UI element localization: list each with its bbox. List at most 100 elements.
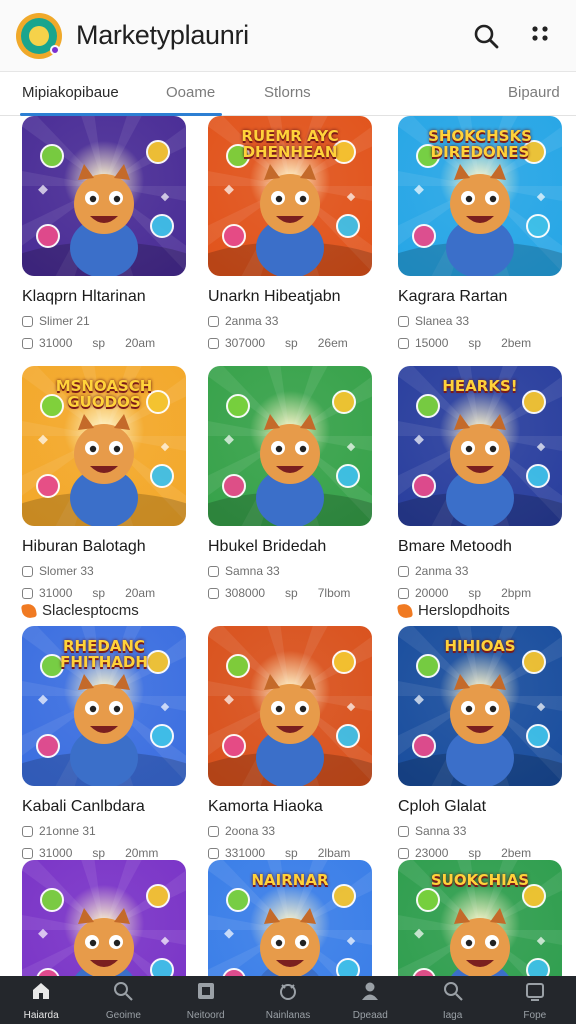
tab-1[interactable]: Ooame (166, 84, 215, 101)
home-icon (30, 980, 52, 1007)
game-card[interactable]: HEARKS! Bmare Metoodh 2anma 33 20000 sp 2bpm (398, 366, 562, 600)
game-title: Bmare Metoodh (398, 538, 512, 555)
section-header: Slaclesptocms (20, 602, 139, 619)
game-card[interactable]: SUOKCHIAS (398, 860, 562, 976)
game-meta-line1: Slomer 33 (39, 564, 94, 578)
thumbnail-title-art: RHEDANC FHITHADH (60, 637, 148, 671)
game-plays: 31000 (39, 336, 73, 350)
game-thumbnail[interactable]: HEARKS! (398, 366, 562, 526)
game-title: Kagrara Rartan (398, 288, 508, 305)
more-vert-icon[interactable] (520, 16, 560, 56)
tab-2[interactable]: Stlorns (264, 84, 311, 101)
game-stats: 20000 sp 2bpm (398, 586, 562, 600)
game-grid: Klaqprn Hltarinan Slimer 21 31000 sp 20am RUE… (0, 116, 576, 976)
game-card[interactable]: SHOKCHSKS DIREDONES Kagrara Rartan Slanea … (398, 116, 562, 350)
game-subtitle: Sanna 33 (398, 824, 562, 838)
game-title: Hiburan Balotagh (22, 538, 146, 555)
game-plays: 23000 (415, 846, 449, 860)
game-title: Kabali Canlbdara (22, 798, 145, 815)
game-thumbnail[interactable] (208, 366, 372, 526)
profile-icon (359, 980, 381, 1007)
nav-item-2[interactable]: Neitoord (165, 976, 247, 1024)
game-tag: sp (92, 846, 106, 860)
nav-item-6[interactable]: Fope (494, 976, 576, 1024)
players-icon (208, 337, 219, 349)
app-title: Marketyplaunri (76, 20, 249, 50)
app-logo[interactable] (16, 12, 62, 59)
players-icon (208, 587, 219, 599)
game-tag: sp (468, 846, 482, 860)
game-card[interactable] (22, 860, 186, 976)
game-subtitle: Samna 33 (208, 564, 372, 578)
nav-item-5[interactable]: Iaga (411, 976, 493, 1024)
game-time: 2bem (501, 336, 532, 350)
game-tag: sp (92, 336, 106, 350)
thumbnail-title-art: HIHIOAS (444, 637, 516, 655)
thumbnail-title-art: HEARKS! (442, 377, 518, 395)
nav-item-1[interactable]: Geoime (82, 976, 164, 1024)
game-thumbnail[interactable] (208, 626, 372, 786)
game-title: Cploh Glalat (398, 798, 487, 815)
game-thumbnail[interactable]: SHOKCHSKS DIREDONES (398, 116, 562, 276)
nav-label: Iaga (442, 1009, 463, 1021)
game-time: 26em (317, 336, 348, 350)
game-meta-line1: 21onne 31 (39, 824, 96, 838)
game-card[interactable]: RHEDANC FHITHADH Kabali Canlbdara 21onne 3… (22, 626, 186, 860)
tag-icon (398, 315, 409, 327)
game-subtitle: Slimer 21 (22, 314, 186, 328)
tab-0[interactable]: Mipiakopibaue (22, 84, 119, 101)
tag-icon (208, 825, 219, 837)
game-thumbnail[interactable]: SUOKCHIAS (398, 860, 562, 976)
nav-item-3[interactable]: Nainlanas (247, 976, 329, 1024)
tab-3[interactable]: Bipaurd (508, 84, 560, 101)
game-subtitle: Slomer 33 (22, 564, 186, 578)
search-icon (112, 980, 134, 1007)
game-meta-line1: Samna 33 (225, 564, 280, 578)
tag-icon (22, 825, 33, 837)
search-icon[interactable] (466, 16, 506, 56)
game-stats: 31000 sp 20mm (22, 846, 186, 860)
section-label: Slaclesptocms (42, 602, 139, 619)
game-card[interactable]: RUEMR AYC DHENHEAN Unarkn Hibeatjabn 2anma… (208, 116, 372, 350)
game-card[interactable]: Klaqprn Hltarinan Slimer 21 31000 sp 20am (22, 116, 186, 350)
nav-label: Neitoord (186, 1009, 225, 1021)
game-plays: 307000 (225, 336, 266, 350)
players-icon (398, 337, 409, 349)
app-bar: Marketyplaunri (0, 0, 576, 72)
nav-label: Geoime (105, 1009, 141, 1021)
game-thumbnail[interactable]: RUEMR AYC DHENHEAN (208, 116, 372, 276)
game-thumbnail[interactable] (22, 116, 186, 276)
players-icon (398, 587, 409, 599)
game-card[interactable]: NAIRNAR (208, 860, 372, 976)
game-thumbnail[interactable]: MSNOASCH GUODOS (22, 366, 186, 526)
nav-item-4[interactable]: Dpeaad (329, 976, 411, 1024)
game-subtitle: 2anma 33 (398, 564, 562, 578)
game-thumbnail[interactable]: RHEDANC FHITHADH (22, 626, 186, 786)
game-card[interactable]: Kamorta Hiaoka 2oona 33 331000 sp 2lbam (208, 626, 372, 860)
game-stats: 331000 sp 2lbam (208, 846, 372, 860)
game-card[interactable]: MSNOASCH GUODOS Hiburan Balotagh Slomer 33… (22, 366, 186, 600)
tv-icon (524, 980, 546, 1007)
game-meta-line1: 2anma 33 (225, 314, 279, 328)
game-title: Klaqprn Hltarinan (22, 288, 146, 305)
game-card[interactable]: Hbukel Bridedah Samna 33 308000 sp 7lbom (208, 366, 372, 600)
game-time: 20am (125, 586, 156, 600)
thumbnail-title-art: SUOKCHIAS (430, 871, 530, 889)
game-subtitle: 2anma 33 (208, 314, 372, 328)
game-card[interactable]: HIHIOAS Cploh Glalat Sanna 33 23000 sp 2bem (398, 626, 562, 860)
game-title: Unarkn Hibeatjabn (208, 288, 341, 305)
game-thumbnail[interactable]: NAIRNAR (208, 860, 372, 976)
game-thumbnail[interactable]: HIHIOAS (398, 626, 562, 786)
players-icon (208, 847, 219, 859)
game-title: Kamorta Hiaoka (208, 798, 323, 815)
players-icon (398, 847, 409, 859)
nav-item-0[interactable]: Haiarda (0, 976, 82, 1024)
game-stats: 31000 sp 20am (22, 586, 186, 600)
controller-icon (277, 980, 299, 1007)
tag-icon (22, 315, 33, 327)
game-thumbnail[interactable] (22, 860, 186, 976)
game-plays: 308000 (225, 586, 266, 600)
game-plays: 31000 (39, 846, 73, 860)
game-tag: sp (468, 586, 482, 600)
game-subtitle: 21onne 31 (22, 824, 186, 838)
